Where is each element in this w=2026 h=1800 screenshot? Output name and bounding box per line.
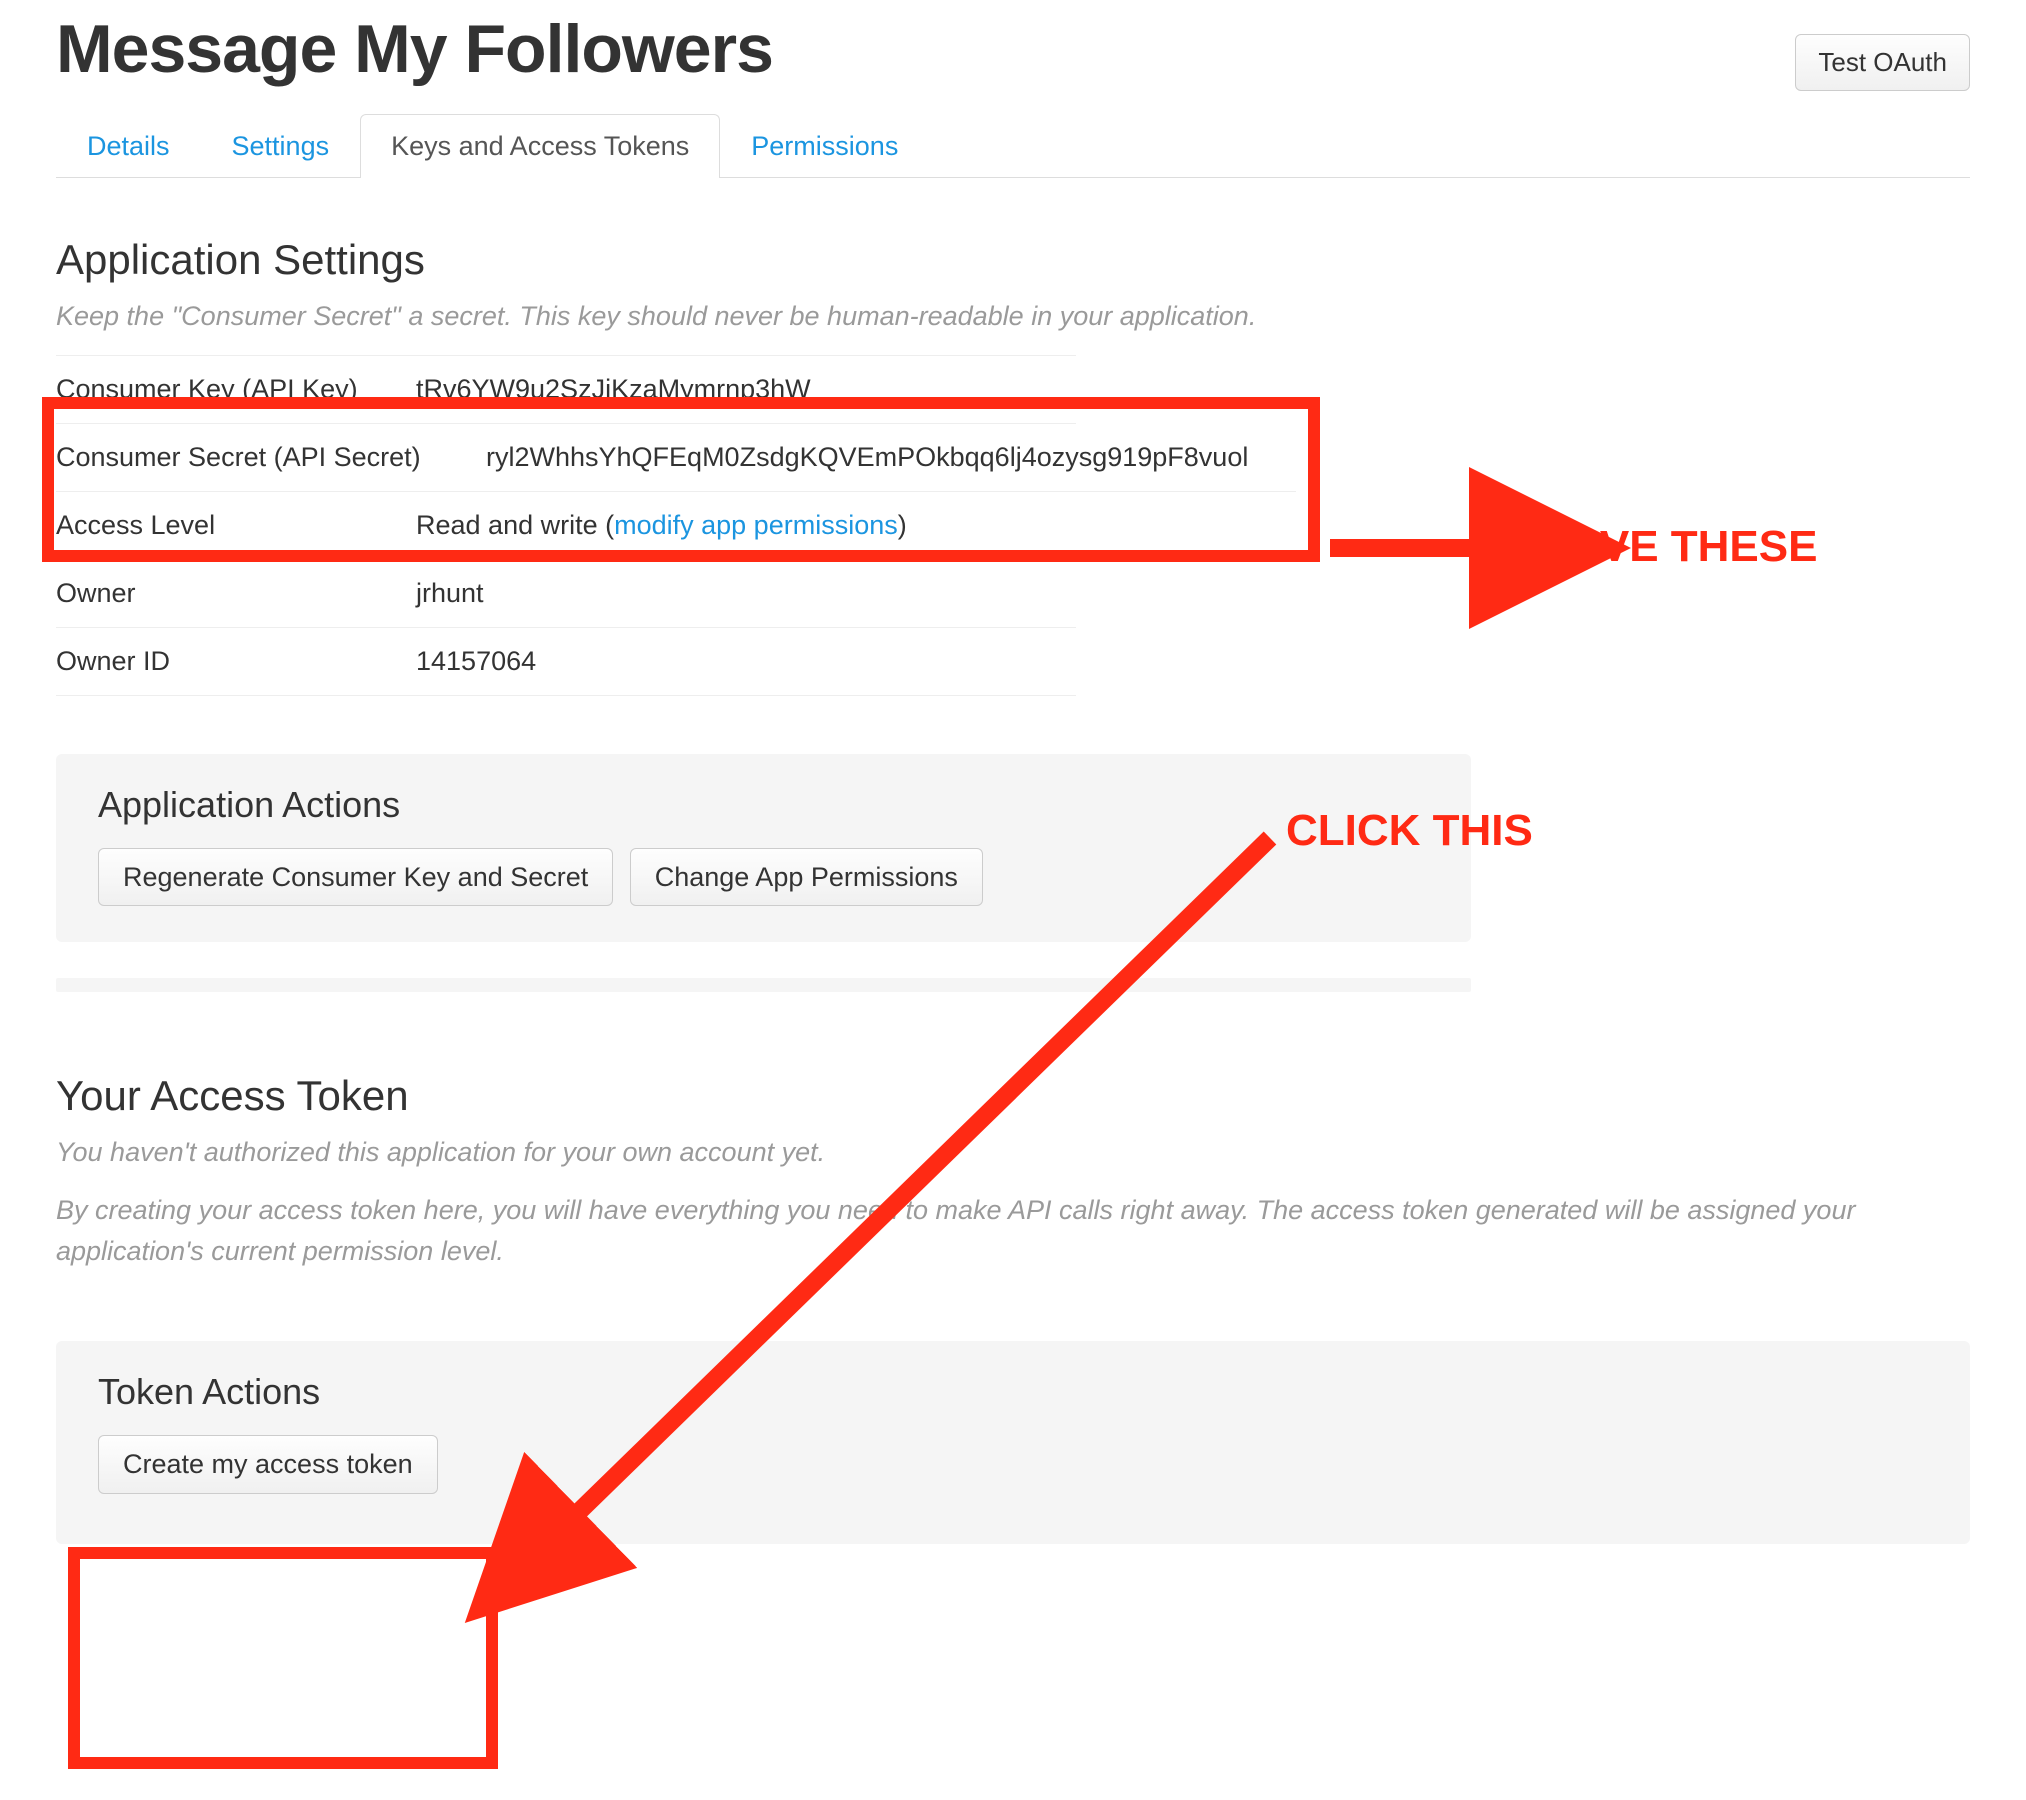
owner-id-value: 14157064 xyxy=(416,646,536,677)
tab-details[interactable]: Details xyxy=(56,114,201,178)
application-settings-heading: Application Settings xyxy=(56,236,1970,284)
owner-id-row: Owner ID 14157064 xyxy=(56,628,1076,696)
tab-settings[interactable]: Settings xyxy=(201,114,361,178)
application-settings-help: Keep the "Consumer Secret" a secret. Thi… xyxy=(56,296,1970,337)
token-actions-heading: Token Actions xyxy=(98,1371,1928,1413)
consumer-secret-row: Consumer Secret (API Secret) ryl2WhhsYhQ… xyxy=(56,424,1296,492)
owner-label: Owner xyxy=(56,578,416,609)
change-app-permissions-button[interactable]: Change App Permissions xyxy=(630,848,983,906)
access-token-help-2: By creating your access token here, you … xyxy=(56,1190,1970,1271)
owner-id-label: Owner ID xyxy=(56,646,416,677)
consumer-key-value: tRv6YW9u2SzJjKzaMymrnp3hW xyxy=(416,374,811,405)
application-actions-panel: Application Actions Regenerate Consumer … xyxy=(56,754,1471,942)
access-level-label: Access Level xyxy=(56,510,416,541)
access-token-help-1: You haven't authorized this application … xyxy=(56,1132,1970,1173)
consumer-key-row: Consumer Key (API Key) tRv6YW9u2SzJjKzaM… xyxy=(56,355,1076,424)
tab-permissions[interactable]: Permissions xyxy=(720,114,929,178)
access-level-suffix: ) xyxy=(898,510,907,540)
section-divider xyxy=(56,978,1471,992)
owner-row: Owner jrhunt xyxy=(56,560,1076,628)
consumer-key-label: Consumer Key (API Key) xyxy=(56,374,416,405)
modify-app-permissions-link[interactable]: modify app permissions xyxy=(614,510,898,540)
consumer-secret-value: ryl2WhhsYhQFEqM0ZsdgKQVEmPOkbqq6lj4ozysg… xyxy=(486,442,1248,473)
your-access-token-heading: Your Access Token xyxy=(56,1072,1970,1120)
tab-keys-and-access-tokens[interactable]: Keys and Access Tokens xyxy=(360,114,720,178)
token-actions-panel: Token Actions Create my access token xyxy=(56,1341,1970,1543)
owner-value: jrhunt xyxy=(416,578,484,609)
access-level-prefix: Read and write ( xyxy=(416,510,614,540)
test-oauth-button[interactable]: Test OAuth xyxy=(1795,34,1970,91)
consumer-secret-label: Consumer Secret (API Secret) xyxy=(56,442,486,473)
page-title: Message My Followers xyxy=(56,10,773,88)
annotation-save-these-text: SAVE THESE xyxy=(1542,522,1817,572)
application-actions-heading: Application Actions xyxy=(98,784,1429,826)
application-settings-table: Consumer Key (API Key) tRv6YW9u2SzJjKzaM… xyxy=(56,355,1076,696)
annotation-click-this-box xyxy=(68,1547,498,1769)
tabs-bar: Details Settings Keys and Access Tokens … xyxy=(56,114,1970,178)
access-level-row: Access Level Read and write (modify app … xyxy=(56,492,1076,560)
access-level-value: Read and write (modify app permissions) xyxy=(416,510,907,541)
create-my-access-token-button[interactable]: Create my access token xyxy=(98,1435,438,1493)
regenerate-consumer-key-button[interactable]: Regenerate Consumer Key and Secret xyxy=(98,848,613,906)
